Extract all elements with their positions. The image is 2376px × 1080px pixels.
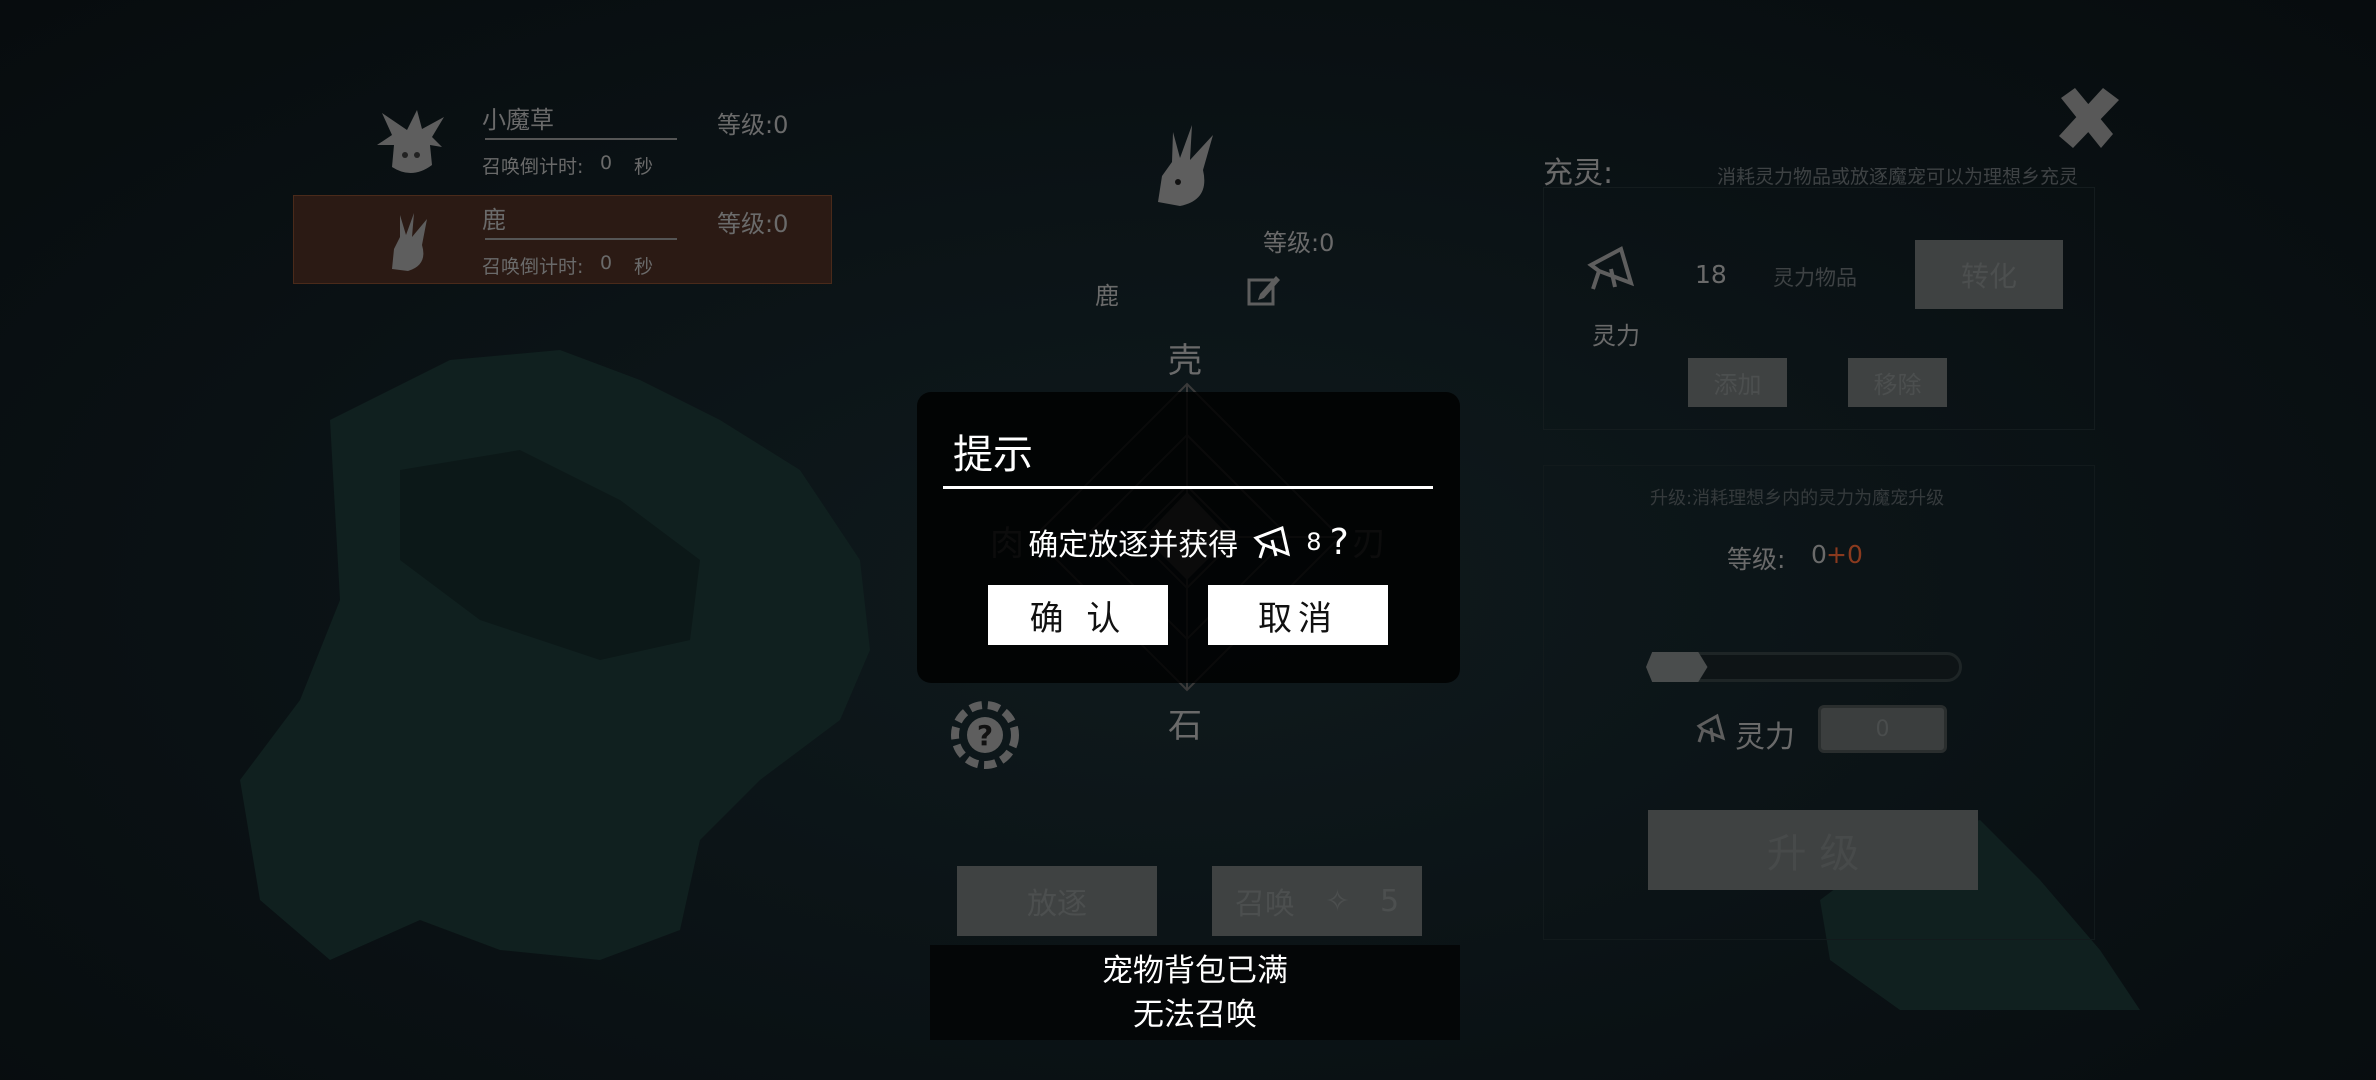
- deer-icon: [1158, 125, 1213, 206]
- upgrade-description: 升级:消耗理想乡内的灵力为魔宠升级: [1650, 488, 1945, 509]
- upgrade-slider[interactable]: [1646, 652, 1962, 682]
- upgrade-level-bonus: +0: [1826, 540, 1863, 569]
- cancel-button[interactable]: 取消: [1208, 585, 1388, 645]
- summon-button[interactable]: 召唤 ✧ 5: [1212, 866, 1422, 936]
- countdown-value: 0: [600, 252, 613, 274]
- divider: [485, 238, 677, 240]
- upgrade-level-label: 等级:: [1727, 545, 1786, 574]
- banish-label: 放逐: [1027, 887, 1087, 922]
- slider-handle[interactable]: [1646, 652, 1708, 682]
- spirit-amount-input[interactable]: 0: [1818, 705, 1947, 753]
- message-suffix: ?: [1329, 521, 1349, 563]
- detail-name: 鹿: [1095, 282, 1119, 310]
- upgrade-button-label: 升 级: [1766, 831, 1860, 877]
- cancel-label: 取消: [1258, 598, 1338, 639]
- grass-sprite-icon: [377, 110, 444, 174]
- dialog-divider: [943, 486, 1433, 489]
- spirit-icon: [1696, 713, 1726, 743]
- upgrade-spirit-label: 灵力: [1735, 720, 1795, 755]
- dialog-message: 确定放逐并获得 8 ?: [917, 520, 1460, 564]
- message-amount: 8: [1306, 528, 1322, 556]
- confirm-button[interactable]: 确 认: [988, 585, 1168, 645]
- spirit-icon: [1253, 525, 1291, 559]
- add-button[interactable]: 添加: [1688, 358, 1787, 407]
- toast: 宠物背包已满 无法召唤: [930, 945, 1460, 1040]
- deer-icon: [392, 213, 427, 271]
- toast-line-1: 宠物背包已满: [1102, 952, 1288, 989]
- question-gear-icon[interactable]: ?: [945, 695, 1025, 775]
- upgrade-level-value: 0: [1811, 540, 1827, 569]
- confirm-label: 确 认: [1029, 598, 1127, 639]
- pet-level: 等级:0: [717, 210, 789, 238]
- pet-name: 小魔草: [482, 106, 554, 134]
- upgrade-button[interactable]: 升 级: [1648, 810, 1978, 890]
- countdown-label: 召唤倒计时:: [482, 256, 584, 278]
- remove-button[interactable]: 移除: [1848, 358, 1947, 407]
- close-icon[interactable]: [2053, 84, 2123, 152]
- spirit-label: 灵力: [1592, 322, 1640, 350]
- message-text: 确定放逐并获得: [1028, 528, 1239, 563]
- spirit-value: 18: [1695, 260, 1727, 289]
- countdown-label: 召唤倒计时:: [482, 156, 584, 178]
- edit-icon[interactable]: [1246, 272, 1282, 308]
- confirm-dialog: 提示 确定放逐并获得 8 ? 确 认 取消: [917, 392, 1460, 683]
- remove-label: 移除: [1873, 371, 1922, 399]
- svg-text:?: ?: [977, 719, 993, 752]
- spirit-input-value: 0: [1875, 716, 1890, 742]
- detail-level: 等级:0: [1263, 229, 1335, 257]
- pet-name: 鹿: [482, 206, 506, 234]
- dialog-title: 提示: [953, 432, 1033, 478]
- banish-button[interactable]: 放逐: [957, 866, 1157, 936]
- summon-cost: 5: [1380, 883, 1400, 919]
- toast-line-2: 无法召唤: [1133, 996, 1257, 1033]
- countdown-unit: 秒: [634, 156, 654, 178]
- convert-label: 转化: [1960, 259, 2017, 293]
- convert-button[interactable]: 转化: [1915, 240, 2063, 309]
- divider: [485, 138, 677, 140]
- spirit-icon: ✧: [1324, 883, 1351, 919]
- charge-title: 充灵:: [1543, 156, 1614, 191]
- countdown-unit: 秒: [634, 256, 654, 278]
- item-label: 灵力物品: [1773, 266, 1857, 290]
- radar-label-top: 壳: [1168, 341, 1202, 381]
- radar-label-bottom: 石: [1168, 706, 1202, 746]
- spirit-icon: [1587, 246, 1635, 290]
- pet-level: 等级:0: [717, 111, 789, 139]
- countdown-value: 0: [600, 152, 613, 174]
- summon-label: 召唤: [1234, 887, 1295, 922]
- add-label: 添加: [1713, 371, 1762, 399]
- charge-description: 消耗灵力物品或放逐魔宠可以为理想乡充灵: [1717, 166, 2079, 188]
